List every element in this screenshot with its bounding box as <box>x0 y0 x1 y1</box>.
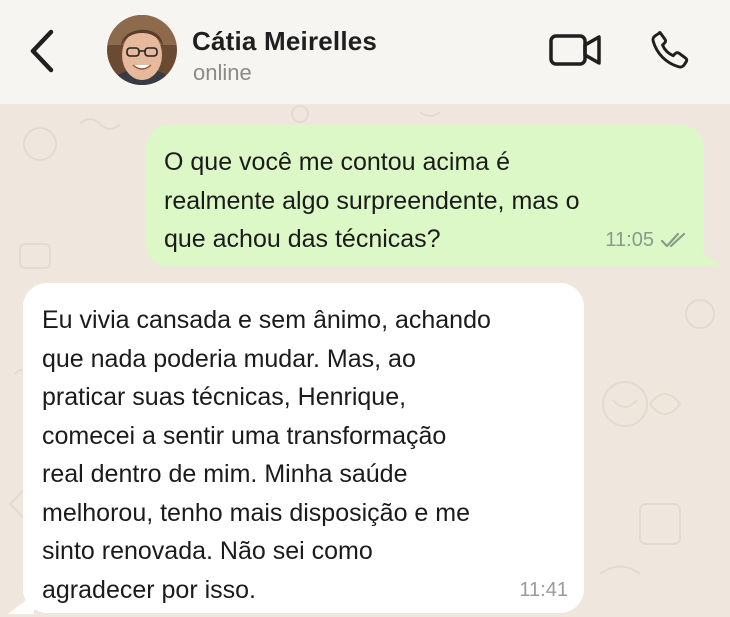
contact-name[interactable]: Cátia Meirelles <box>192 26 377 57</box>
back-button[interactable] <box>22 26 62 76</box>
chevron-left-icon <box>30 29 54 73</box>
message-incoming[interactable]: Eu vivia cansada e sem ânimo, achando qu… <box>23 283 584 613</box>
message-text: Eu vivia cansada e sem ânimo, achando qu… <box>42 306 491 604</box>
double-check-icon <box>660 231 690 249</box>
bubble-tail <box>690 244 720 266</box>
contact-status: online <box>193 60 252 85</box>
message-outgoing[interactable]: O que você me contou acima é realmente a… <box>146 125 704 266</box>
video-call-button[interactable] <box>548 30 604 70</box>
voice-call-button[interactable] <box>646 26 694 74</box>
video-camera-icon <box>549 34 601 66</box>
chat-header: Cátia Meirelles online <box>0 0 730 104</box>
message-time: 11:05 <box>605 228 654 251</box>
avatar[interactable] <box>107 15 177 85</box>
message-time: 11:41 <box>519 578 568 601</box>
chat-area[interactable]: O que você me contou acima é realmente a… <box>0 104 730 617</box>
bubble-tail <box>8 594 34 614</box>
phone-icon <box>651 31 689 69</box>
message-meta: 11:05 <box>605 221 690 260</box>
